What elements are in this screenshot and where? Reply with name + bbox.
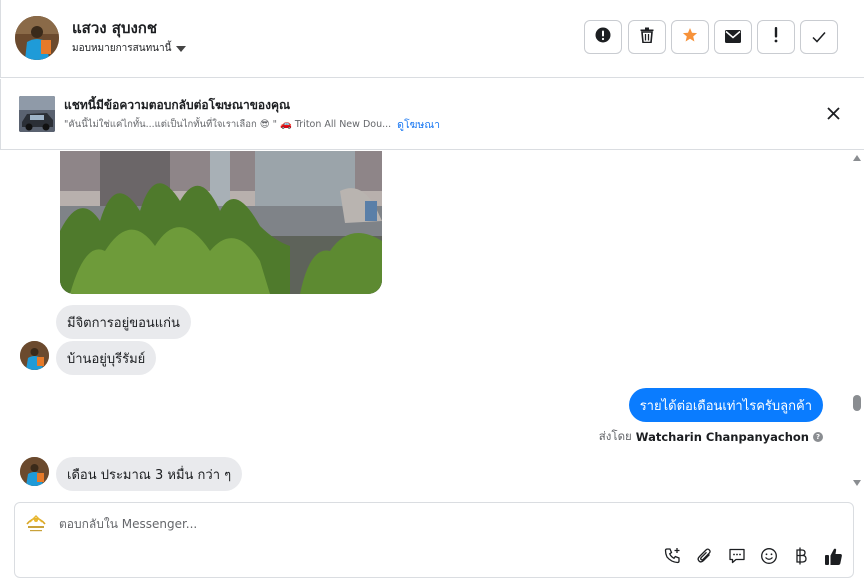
scrollbar-thumb[interactable] (853, 395, 861, 411)
envelope-icon (725, 28, 741, 47)
paperclip-icon (696, 547, 714, 569)
reply-input[interactable] (59, 513, 659, 535)
delete-button[interactable] (628, 20, 666, 54)
star-icon (682, 27, 698, 47)
call-button[interactable] (662, 547, 684, 569)
scroll-up-arrow[interactable] (853, 155, 861, 161)
saved-replies-button[interactable] (726, 547, 748, 569)
page-logo-icon (24, 511, 48, 535)
contact-avatar-small (20, 457, 49, 486)
view-ad-link[interactable]: ดูโฆษณา (397, 116, 440, 133)
contact-avatar-small (20, 341, 49, 370)
contact-avatar[interactable] (15, 16, 59, 60)
thumbs-up-icon (824, 547, 843, 570)
smiley-icon (760, 547, 778, 569)
ad-preview-row: "คันนี้ไม่ใช่แค่ไกทั้น...แต่เป็นไกทั้นที… (64, 116, 440, 133)
sender-name[interactable]: Watcharin Chanpanyachon (636, 430, 809, 444)
close-icon (826, 105, 840, 124)
trash-icon (640, 27, 654, 47)
outgoing-message[interactable]: รายได้ต่อเดือนเท่าไรครับลูกค้า (628, 388, 823, 422)
message-thread[interactable]: มีจิตการอยู่ขอนแก่น บ้านอยู่บุรีรัมย์ รา… (0, 151, 864, 491)
emoji-button[interactable] (758, 547, 780, 569)
info-icon[interactable]: ? (813, 432, 823, 442)
alert-circle-icon (595, 27, 611, 47)
ad-banner-title: แชทนี้มีข้อความตอบกลับต่อโฆษณาของคุณ (64, 98, 291, 112)
payment-button[interactable] (790, 547, 812, 569)
ad-reply-banner: แชทนี้มีข้อความตอบกลับต่อโฆษณาของคุณ "คั… (0, 79, 864, 150)
baht-icon (794, 547, 808, 569)
chevron-down-icon (176, 46, 187, 52)
follow-up-button[interactable] (757, 20, 795, 54)
incoming-message[interactable]: มีจิตการอยู่ขอนแก่น (56, 305, 191, 339)
incoming-message[interactable]: เดือน ประมาณ 3 หมื่น กว่า ๆ (56, 457, 243, 491)
mark-spam-button[interactable] (584, 20, 622, 54)
reply-composer (14, 502, 854, 578)
sent-by-label: ส่งโดย (598, 429, 632, 443)
assign-conversation-dropdown[interactable]: มอบหมายการสนทนานี้ (72, 41, 187, 56)
ad-thumbnail[interactable] (19, 96, 55, 132)
sent-by-line: ส่งโดย Watcharin Chanpanyachon ? (599, 428, 823, 446)
mark-done-button[interactable] (800, 20, 838, 54)
mark-unread-button[interactable] (714, 20, 752, 54)
attach-button[interactable] (694, 547, 716, 569)
exclamation-icon (774, 27, 778, 47)
phone-plus-icon (664, 547, 682, 569)
assign-label: มอบหมายการสนทนานี้ (72, 43, 172, 54)
chat-bubble-icon (728, 547, 746, 569)
conversation-header: แสวง สุบงกช มอบหมายการสนทนานี้ (0, 0, 864, 78)
like-button[interactable] (822, 547, 844, 569)
contact-name[interactable]: แสวง สุบงกช (72, 16, 157, 40)
image-message[interactable] (60, 151, 382, 294)
incoming-message[interactable]: บ้านอยู่บุรีรัมย์ (56, 341, 157, 375)
check-icon (812, 28, 826, 47)
close-banner-button[interactable] (823, 104, 843, 124)
ad-preview-text: "คันนี้ไม่ใช่แค่ไกทั้น...แต่เป็นไกทั้นที… (64, 119, 392, 130)
star-button[interactable] (671, 20, 709, 54)
scroll-down-arrow[interactable] (853, 480, 861, 486)
